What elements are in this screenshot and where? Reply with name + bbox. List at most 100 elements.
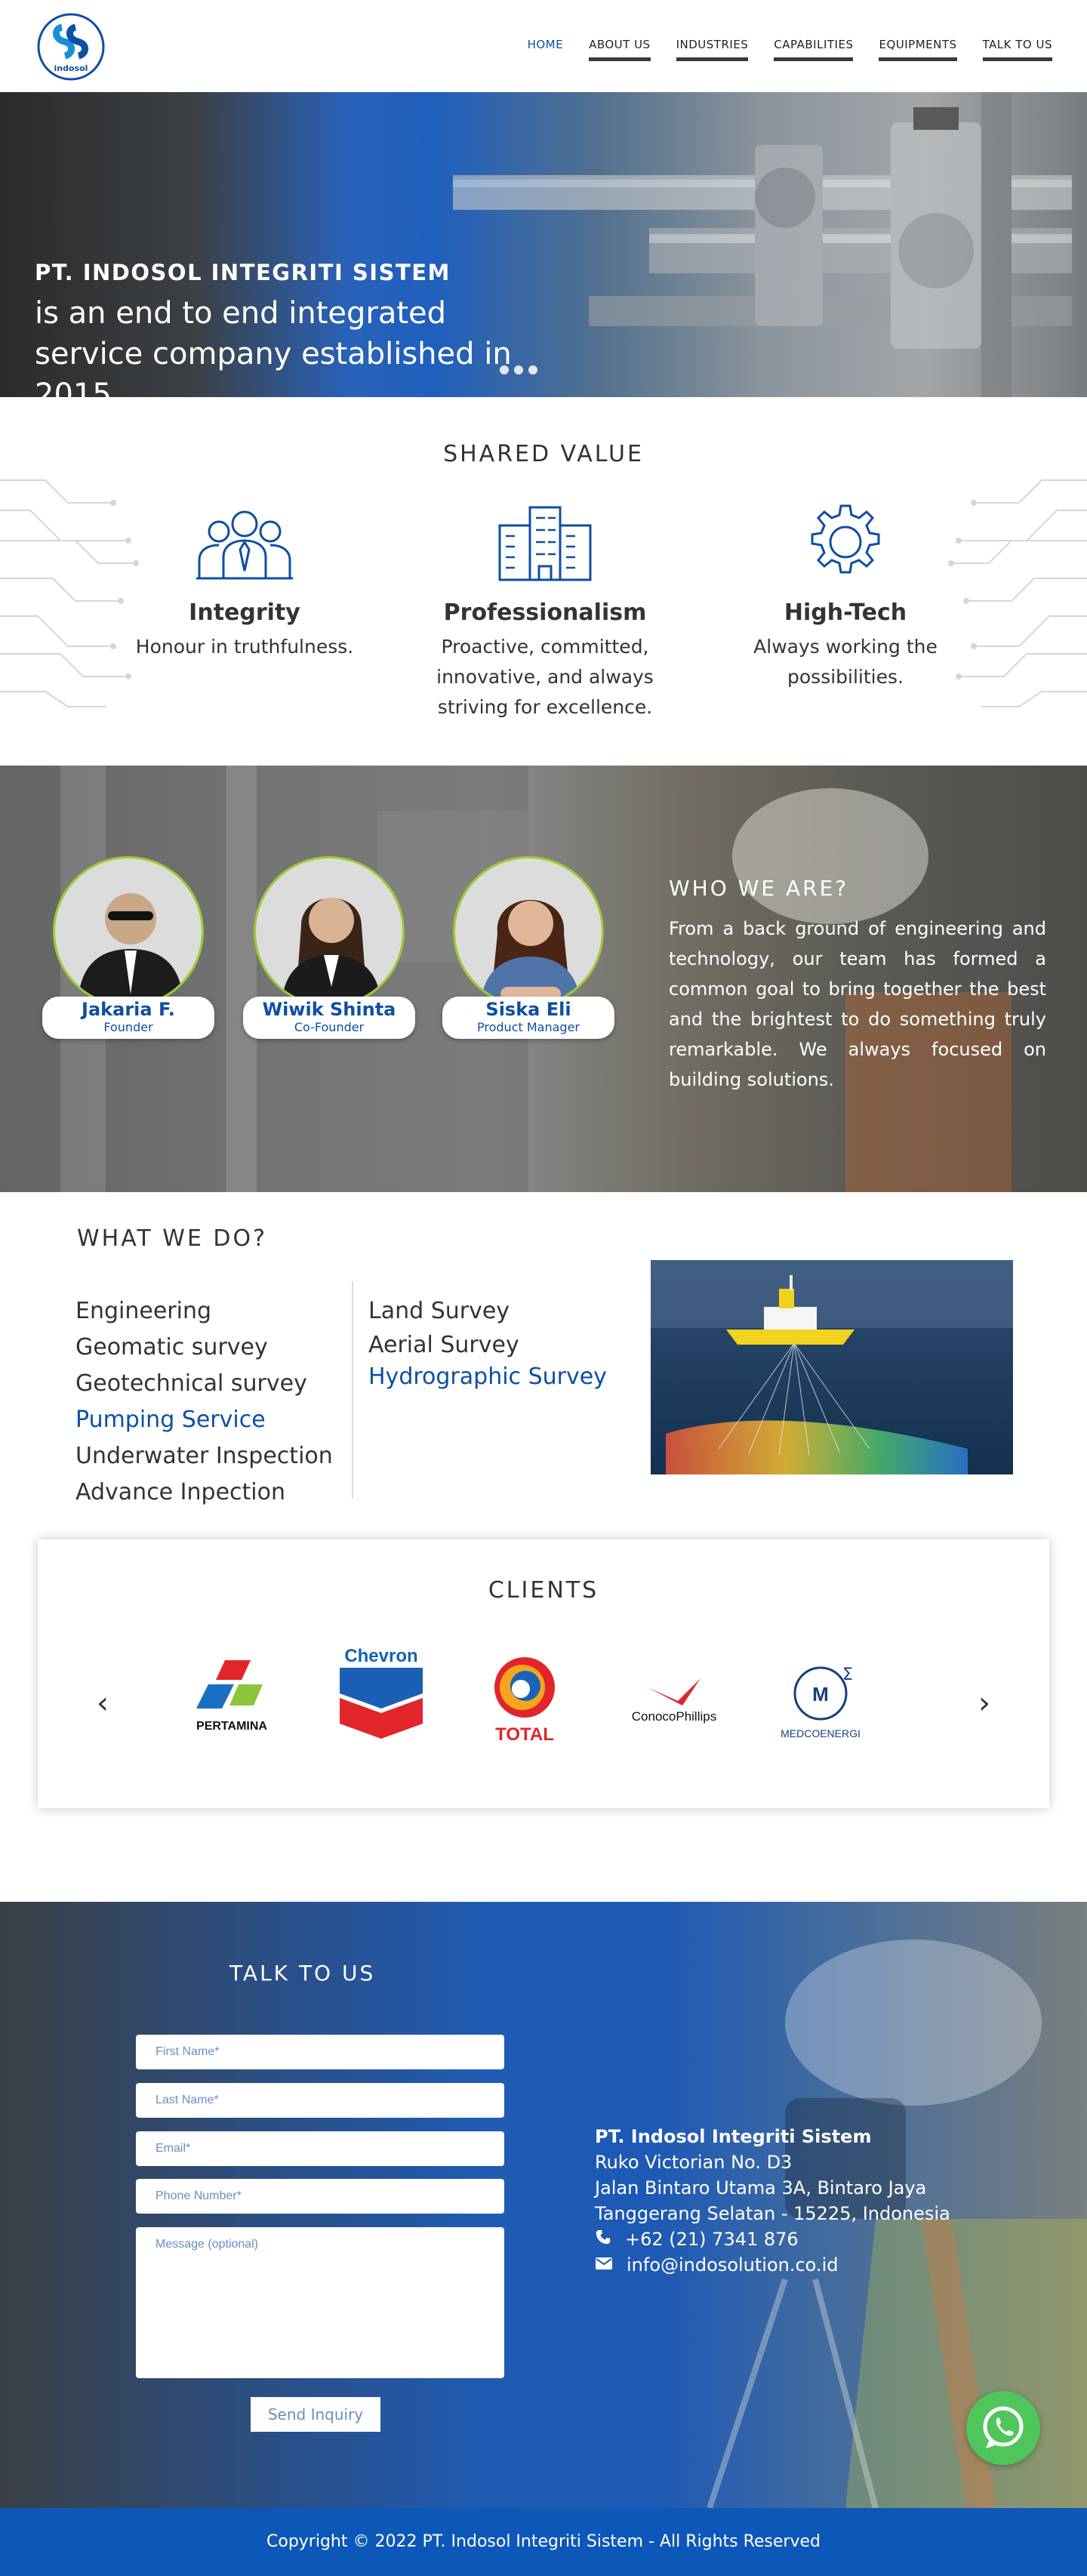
what-we-do-section: WHAT WE DO? Engineering Geomatic survey …	[0, 1192, 1087, 1539]
value-desc: Proactive, committed, innovative, and al…	[436, 636, 654, 718]
team-icon	[192, 503, 297, 586]
logo-text: PERTAMINA	[196, 1720, 267, 1733]
carousel-dot[interactable]	[528, 365, 537, 374]
value-name: Professionalism	[443, 599, 647, 626]
contact-address: PT. Indosol Integriti Sistem Ruko Victor…	[595, 2124, 950, 2278]
team-name: Wiwik Shinta	[262, 999, 396, 1020]
service-hydrographic-survey[interactable]: Hydrographic Survey	[368, 1361, 607, 1393]
clients-section: CLIENTS ‹ › PERTAMINA Chevron TOTAL Cono…	[0, 1539, 1087, 1902]
what-we-do-title: WHAT WE DO?	[77, 1225, 268, 1252]
team-name: Jakaria F.	[82, 999, 175, 1020]
service-pumping-service[interactable]: Pumping Service	[75, 1402, 333, 1438]
address-line: Jalan Bintaro Utama 3A, Bintaro Jaya	[595, 2177, 927, 2199]
site-header: indosol HOME ABOUT US INDUSTRIES CAPABIL…	[0, 0, 1087, 92]
value-card-integrity: Integrity Honour in truthfulness.	[116, 503, 373, 662]
logo-text: TOTAL	[495, 1724, 554, 1745]
email-address[interactable]: info@indosolution.co.id	[627, 2252, 838, 2278]
team-role: Co-Founder	[294, 1020, 365, 1034]
client-logo-conocophillips[interactable]: ConocoPhillips	[617, 1645, 731, 1751]
carousel-dot[interactable]	[514, 365, 523, 374]
divider	[352, 1281, 353, 1499]
nav-about-us[interactable]: ABOUT US	[589, 38, 651, 61]
nav-equipments[interactable]: EQUIPMENTS	[879, 38, 957, 61]
shared-value-section: SHARED VALUE Integrity Honour in truthfu…	[0, 397, 1087, 766]
talk-to-us-title: TALK TO US	[229, 1961, 376, 1986]
team-name: Siska Eli	[485, 999, 571, 1020]
logo-text: MEDCOENERGI	[781, 1727, 861, 1739]
phone-icon	[595, 2226, 611, 2252]
team-card: Siska Eli Product Manager	[442, 997, 614, 1039]
carousel-dot[interactable]	[500, 365, 509, 374]
phone-number[interactable]: +62 (21) 7341 876	[625, 2226, 799, 2252]
mail-icon	[595, 2252, 613, 2278]
shared-value-title: SHARED VALUE	[443, 441, 644, 467]
service-underwater-inspection[interactable]: Underwater Inspection	[75, 1438, 333, 1474]
who-we-are-title: WHO WE ARE?	[669, 876, 849, 901]
logo-text: indosol	[54, 63, 88, 73]
chevron-right-icon[interactable]: ›	[978, 1686, 990, 1721]
who-we-are-text: From a back ground of engineering and te…	[669, 918, 1046, 1090]
value-name: Integrity	[189, 599, 300, 626]
team-role: Product Manager	[477, 1020, 580, 1034]
first-name-field[interactable]	[136, 2035, 504, 2069]
team-card: Jakaria F. Founder	[42, 997, 214, 1039]
service-geomatic-survey[interactable]: Geomatic survey	[75, 1330, 333, 1366]
team-role: Founder	[103, 1020, 153, 1034]
hero-subtitle: is an end to end integrated service comp…	[35, 296, 512, 397]
service-engineering[interactable]: Engineering	[75, 1293, 333, 1330]
message-field[interactable]	[136, 2227, 504, 2378]
nav-industries[interactable]: INDUSTRIES	[676, 38, 749, 61]
logo-text: Chevron	[344, 1646, 417, 1666]
clients-card: CLIENTS ‹ › PERTAMINA Chevron TOTAL Cono…	[38, 1539, 1049, 1808]
services-column-2: Land Survey Aerial Survey Hydrographic S…	[368, 1293, 607, 1393]
clients-title: CLIENTS	[488, 1577, 599, 1604]
service-advance-inspection[interactable]: Advance Inpection	[75, 1474, 333, 1511]
copyright-text: Copyright © 2022 PT. Indosol Integriti S…	[266, 2532, 821, 2551]
gear-icon	[793, 503, 898, 586]
services-column-1: Engineering Geomatic survey Geotechnical…	[75, 1293, 333, 1511]
team-card: Wiwik Shinta Co-Founder	[243, 997, 415, 1039]
service-aerial-survey[interactable]: Aerial Survey	[368, 1330, 607, 1361]
talk-to-us-section: TALK TO US Send Inquiry PT. Indosol Inte…	[0, 1902, 1087, 2508]
building-icon	[492, 503, 598, 586]
avatar	[453, 856, 604, 1007]
last-name-field[interactable]	[136, 2083, 504, 2118]
main-nav: HOME ABOUT US INDUSTRIES CAPABILITIES EQ…	[528, 38, 1052, 61]
value-card-professionalism: Professionalism Proactive, committed, in…	[417, 503, 673, 723]
who-we-are-section: Jakaria F. Founder Wiwik Shinta Co-Found…	[0, 766, 1087, 1192]
carousel-dots	[500, 365, 537, 374]
value-card-high-tech: High-Tech Always working the possibiliti…	[717, 503, 974, 692]
hero-banner: PT. INDOSOL INTEGRITI SISTEM is an end t…	[0, 92, 1087, 397]
address-line: Tanggerang Selatan - 15225, Indonesia	[595, 2203, 950, 2224]
nav-capabilities[interactable]: CAPABILITIES	[774, 38, 854, 61]
send-inquiry-button[interactable]: Send Inquiry	[251, 2397, 380, 2432]
address-line: Ruko Victorian No. D3	[595, 2152, 793, 2173]
value-name: High-Tech	[784, 599, 907, 626]
client-logo-medcoenergi[interactable]: M Σ MEDCOENERGI	[764, 1645, 877, 1751]
chevron-left-icon[interactable]: ‹	[97, 1686, 109, 1721]
email-field[interactable]	[136, 2131, 504, 2166]
nav-home[interactable]: HOME	[528, 38, 564, 61]
client-logo-chevron[interactable]: Chevron	[325, 1645, 438, 1751]
client-logo-total[interactable]: TOTAL	[468, 1645, 581, 1751]
site-footer: Copyright © 2022 PT. Indosol Integriti S…	[0, 2508, 1087, 2576]
svg-text:M: M	[812, 1683, 829, 1706]
svg-text:Σ: Σ	[842, 1665, 853, 1684]
value-desc: Honour in truthfulness.	[135, 636, 354, 658]
nav-talk-to-us[interactable]: TALK TO US	[982, 38, 1052, 61]
hydrographic-survey-image	[651, 1260, 1013, 1474]
phone-line: +62 (21) 7341 876	[595, 2226, 950, 2252]
service-geotechnical-survey[interactable]: Geotechnical survey	[75, 1366, 333, 1402]
whatsapp-icon	[983, 2406, 1024, 2448]
whatsapp-button[interactable]	[966, 2391, 1040, 2465]
service-land-survey[interactable]: Land Survey	[368, 1293, 607, 1330]
avatar	[53, 856, 204, 1007]
client-logo-pertamina[interactable]: PERTAMINA	[175, 1645, 288, 1751]
avatar	[254, 856, 405, 1007]
value-desc: Always working the possibilities.	[753, 636, 938, 688]
phone-field[interactable]	[136, 2179, 504, 2214]
hero-title: PT. INDOSOL INTEGRITI SISTEM	[35, 260, 451, 285]
email-line: info@indosolution.co.id	[595, 2252, 950, 2278]
logo-text: ConocoPhillips	[632, 1709, 716, 1724]
indosol-logo[interactable]: indosol	[36, 12, 106, 82]
